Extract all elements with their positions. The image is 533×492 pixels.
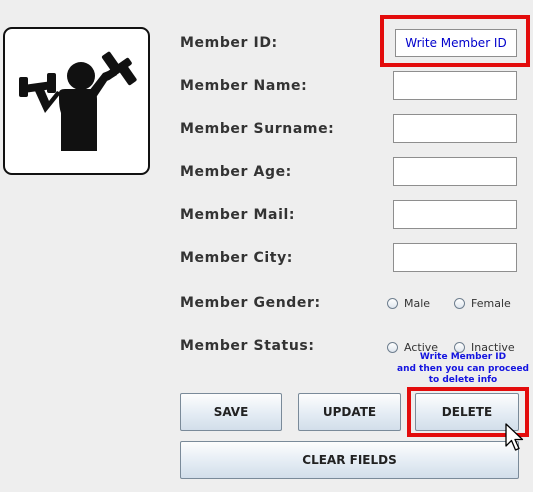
hint-line-3: to delete info [428,375,498,385]
hint-line-2: and then you can proceed [397,363,529,374]
delete-hint-text: Write Member ID and then you can proceed… [395,352,531,387]
member-age-input[interactable] [393,157,517,186]
radio-circle-icon [454,298,465,309]
member-status-label: Member Status: [180,338,315,354]
member-surname-label: Member Surname: [180,121,335,137]
gym-logo [3,27,150,175]
clear-fields-button[interactable]: CLEAR FIELDS [180,441,519,479]
member-city-input[interactable] [393,243,517,272]
gender-female-label: Female [471,297,511,310]
mouse-pointer-icon [505,423,524,451]
delete-button[interactable]: DELETE [415,393,519,431]
member-city-label: Member City: [180,250,293,266]
radio-circle-icon [387,298,398,309]
member-id-input[interactable] [395,29,517,57]
gender-male-label: Male [404,297,431,310]
member-name-label: Member Name: [180,78,308,94]
member-age-label: Member Age: [180,164,292,180]
save-button[interactable]: SAVE [180,393,282,431]
member-id-label: Member ID: [180,35,278,51]
update-button[interactable]: UPDATE [298,393,401,431]
member-mail-input[interactable] [393,200,517,229]
gender-male-radio[interactable]: Male [387,297,430,310]
member-gender-label: Member Gender: [180,295,321,311]
member-surname-input[interactable] [393,114,517,143]
member-name-input[interactable] [393,71,517,100]
hint-line-1: Write Member ID [419,352,507,362]
member-mail-label: Member Mail: [180,207,296,223]
weightlifter-icon [19,51,137,151]
gender-female-radio[interactable]: Female [454,297,511,310]
